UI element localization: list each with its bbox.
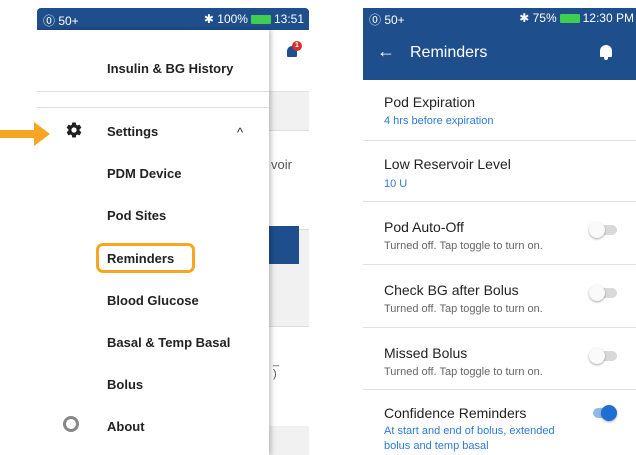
- background-header: 1: [269, 30, 309, 92]
- setting-confidence-reminders: Confidence Reminders At start and end of…: [363, 390, 636, 455]
- bell-clapper: [604, 57, 608, 60]
- right-phone-screen: ⓪ 50+ ✱ 75% 12:30 PM ← Reminders Pod Expi…: [363, 8, 636, 455]
- drawer-item-pod-sites[interactable]: Pod Sites: [107, 208, 166, 223]
- setting-description: Turned off. Tap toggle to turn on.: [384, 240, 543, 252]
- toggle-knob: [589, 285, 605, 301]
- notification-badge: 1: [292, 41, 302, 51]
- drawer-item-basal-temp-basal[interactable]: Basal & Temp Basal: [107, 335, 230, 350]
- setting-pod-expiration[interactable]: Pod Expiration 4 hrs before expiration: [363, 80, 636, 141]
- setting-title: Low Reservoir Level: [384, 156, 511, 172]
- status-time: 12:30 PM: [582, 11, 634, 25]
- setting-description: Turned off. Tap toggle to turn on.: [384, 366, 543, 378]
- setting-description-line2: bolus and temp basal: [384, 440, 489, 452]
- callout-arrow-icon: [0, 122, 50, 146]
- status-time: 13:51: [273, 12, 304, 26]
- setting-missed-bolus: Missed Bolus Turned off. Tap toggle to t…: [363, 328, 636, 390]
- drawer-item-pdm-device[interactable]: PDM Device: [107, 166, 181, 181]
- gear-icon: [66, 122, 82, 138]
- notification-bell-icon[interactable]: [599, 44, 613, 61]
- drawer-item-bolus[interactable]: Bolus: [107, 377, 143, 392]
- background-card-2-text: _): [273, 355, 280, 380]
- background-card: voir: [269, 130, 309, 230]
- battery-icon: [250, 15, 271, 24]
- divider: [37, 107, 269, 108]
- pod-auto-off-toggle[interactable]: [589, 222, 617, 238]
- toggle-knob: [589, 222, 605, 238]
- battery-level: ✱ 100%: [203, 12, 248, 26]
- drawer-item-blood-glucose[interactable]: Blood Glucose: [107, 293, 199, 308]
- left-phone-screen: ⓪ 50+ ✱ 100% 13:51 1 voir _) Insulin & BG…: [37, 8, 309, 455]
- notification-bell-icon[interactable]: 1: [285, 41, 302, 58]
- drawer-item-settings[interactable]: Settings: [107, 124, 158, 139]
- status-left: ⓪ 50+: [369, 13, 405, 27]
- setting-pod-auto-off: Pod Auto-Off Turned off. Tap toggle to t…: [363, 202, 636, 265]
- setting-value: 10 U: [384, 178, 408, 190]
- status-right: ✱ 100% 13:51: [204, 12, 304, 26]
- background-home-screen: 1 voir _): [269, 30, 309, 455]
- setting-value: 4 hrs before expiration: [384, 115, 494, 127]
- status-left: ⓪ 50+: [43, 14, 79, 28]
- setting-title: Confidence Reminders: [384, 405, 527, 421]
- app-bar: ← Reminders: [363, 28, 636, 80]
- setting-description: Turned off. Tap toggle to turn on.: [384, 303, 543, 315]
- check-bg-toggle[interactable]: [589, 285, 617, 301]
- bell-body: [600, 45, 612, 57]
- toggle-knob: [601, 405, 617, 421]
- missed-bolus-toggle[interactable]: [589, 348, 617, 364]
- background-button: [269, 226, 299, 264]
- background-card-text: voir: [271, 157, 292, 172]
- setting-title: Pod Expiration: [384, 94, 476, 110]
- drawer-item-insulin-bg-history[interactable]: Insulin & BG History: [107, 61, 233, 76]
- battery-icon: [559, 14, 580, 23]
- info-icon: [63, 416, 79, 432]
- setting-title: Pod Auto-Off: [384, 219, 464, 235]
- setting-description-line1: At start and end of bolus, extended: [384, 425, 555, 437]
- back-arrow-icon[interactable]: ←: [377, 41, 395, 62]
- page-title: Reminders: [410, 44, 488, 61]
- confidence-reminders-toggle[interactable]: [589, 405, 617, 421]
- drawer-item-about[interactable]: About: [107, 419, 145, 434]
- setting-low-reservoir-level[interactable]: Low Reservoir Level 10 U: [363, 141, 636, 202]
- drawer-item-reminders[interactable]: Reminders: [107, 251, 174, 266]
- setting-check-bg-after-bolus: Check BG after Bolus Turned off. Tap tog…: [363, 265, 636, 328]
- navigation-drawer: Insulin & BG History Settings ^ PDM Devi…: [37, 30, 269, 455]
- chevron-up-icon[interactable]: ^: [237, 125, 243, 140]
- toggle-knob: [589, 348, 605, 364]
- background-card-2: _): [269, 326, 309, 426]
- setting-title: Missed Bolus: [384, 345, 468, 361]
- status-bar: ⓪ 50+ ✱ 75% 12:30 PM: [363, 8, 636, 28]
- status-bar: ⓪ 50+ ✱ 100% 13:51: [37, 8, 309, 30]
- battery-level: ✱ 75%: [519, 11, 557, 25]
- status-right: ✱ 75% 12:30 PM: [519, 11, 634, 25]
- setting-title: Check BG after Bolus: [384, 282, 519, 298]
